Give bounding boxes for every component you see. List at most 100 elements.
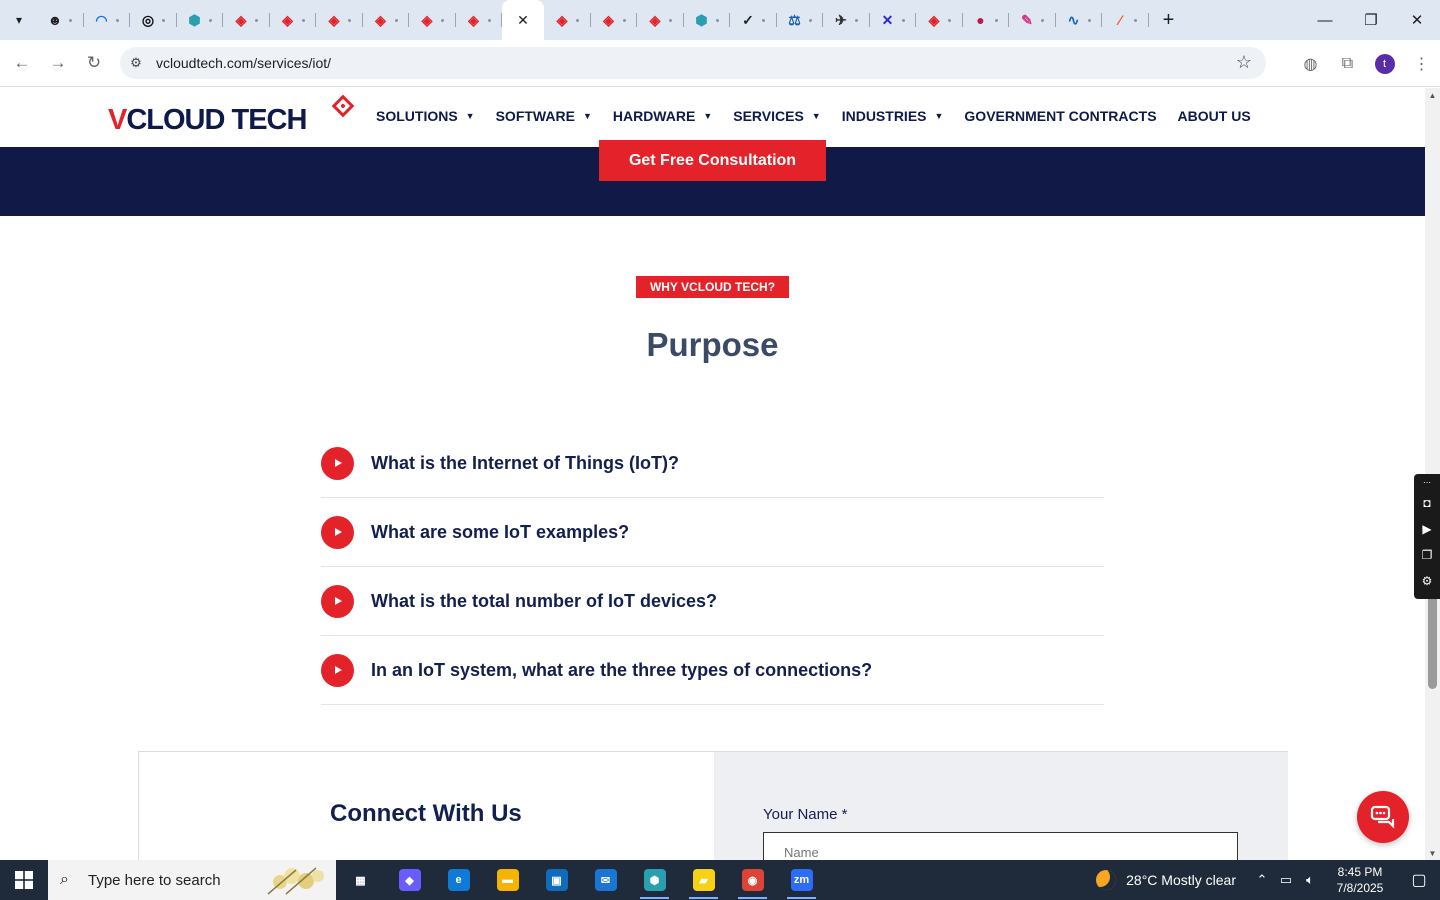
browser-tab[interactable]: ⬢ (177, 0, 224, 40)
browser-tab[interactable]: ● (963, 0, 1010, 40)
reload-button[interactable]: ↻ (76, 45, 112, 81)
bookmark-star-icon[interactable]: ☆ (1236, 52, 1252, 73)
settings-gear-icon[interactable]: ⚙ (1414, 568, 1440, 594)
browser-tab[interactable]: ⁄ (1102, 0, 1149, 40)
site-logo[interactable]: VCLOUD TECH (108, 94, 358, 138)
taskbar-app-file-explorer[interactable]: ▬ (483, 860, 532, 900)
taskbar-search[interactable]: ⌕ Type here to search (48, 860, 336, 900)
taskbar-app-edge[interactable]: e (434, 860, 483, 900)
browser-tab[interactable]: ◠ (84, 0, 131, 40)
tab-title-fade (669, 18, 672, 22)
new-tab-button[interactable]: + (1155, 6, 1183, 34)
nav-item-industries[interactable]: INDUSTRIES ▼ (842, 108, 944, 124)
nav-item-about-us[interactable]: ABOUT US (1178, 108, 1251, 124)
caret-down-icon: ▼ (465, 111, 475, 121)
volume-icon[interactable]: 🔈︎ (1298, 872, 1322, 888)
browser-tab[interactable]: ✕ (502, 0, 544, 40)
taskbar-app-store[interactable]: ▣ (532, 860, 581, 900)
nav-item-solutions[interactable]: SOLUTIONS ▼ (376, 108, 475, 124)
browser-tab[interactable]: ⚖ (777, 0, 824, 40)
faq-item[interactable]: In an IoT system, what are the three typ… (321, 636, 1104, 705)
browser-tab[interactable]: ∿ (1056, 0, 1103, 40)
ghost-icon: ☻ (47, 12, 63, 28)
faq-item[interactable]: What is the total number of IoT devices? (321, 567, 1104, 636)
nav-item-hardware[interactable]: HARDWARE ▼ (613, 108, 712, 124)
browser-tab[interactable]: ◈ (456, 0, 503, 40)
close-tab-icon[interactable]: ✕ (517, 12, 529, 29)
vcloud-icon: ◈ (649, 11, 661, 28)
taskbar-app-copilot[interactable]: ◆ (385, 860, 434, 900)
taskbar-app-mail[interactable]: ✉ (581, 860, 630, 900)
forward-button[interactable]: → (40, 45, 76, 81)
browser-tab[interactable]: ◈ (316, 0, 363, 40)
browser-tab[interactable]: ✕ (870, 0, 917, 40)
taskbar-app-zoom[interactable]: zm (777, 860, 826, 900)
translate-icon[interactable]: ◍ (1292, 46, 1329, 82)
play-triangle-icon (334, 597, 342, 605)
scrollbar-thumb[interactable] (1428, 593, 1437, 689)
get-free-consultation-button[interactable]: Get Free Consultation (599, 140, 826, 181)
browser-tab[interactable]: ✓ (730, 0, 777, 40)
notification-icon[interactable]: ▢ (1398, 870, 1440, 890)
main-navigation: SOLUTIONS ▼ SOFTWARE ▼ HARDWARE ▼ SERVICES ▼ IND… (376, 108, 1272, 124)
arrow-left-icon: ← (13, 53, 31, 72)
hex-icon: ⬢ (188, 11, 201, 28)
taskbar-app-hex-app[interactable]: ⬢ (630, 860, 679, 900)
tab-search-button[interactable]: ▾ (5, 6, 33, 34)
site-info-icon[interactable]: ⚙ (120, 55, 152, 71)
browser-tab[interactable]: ✈ (823, 0, 870, 40)
close-window-button[interactable]: ✕ (1394, 0, 1440, 40)
browser-tab[interactable]: ☻ (37, 0, 84, 40)
url-text[interactable]: vcloudtech.com/services/iot/ (156, 55, 331, 71)
faq-item[interactable]: What is the Internet of Things (IoT)? (321, 429, 1104, 498)
more-icon[interactable]: ⋯ (1414, 474, 1440, 490)
avatar: t (1374, 53, 1395, 74)
taskbar: ⌕ Type here to search ▦ ◆ e ▬ ▣ ✉ ⬢ ▰ ◉ zm 28°C M… (0, 860, 1440, 900)
logo-diamond-icon (331, 94, 355, 118)
taskbar-app-sticky-notes[interactable]: ▰ (679, 860, 728, 900)
start-button[interactable] (0, 860, 48, 900)
tab-title-fade (394, 18, 398, 22)
browser-tab[interactable]: ◈ (916, 0, 963, 40)
extensions-icon[interactable]: ⧉ (1329, 46, 1366, 82)
browser-tab[interactable]: ◈ (363, 0, 410, 40)
nav-item-software[interactable]: SOFTWARE ▼ (496, 108, 592, 124)
browser-tab[interactable]: ⬢ (684, 0, 731, 40)
faq-question: What is the total number of IoT devices? (371, 590, 718, 611)
camera-icon[interactable]: ◘ (1414, 490, 1440, 516)
browser-tab[interactable]: ◈ (591, 0, 638, 40)
browser-tab[interactable]: ◈ (409, 0, 456, 40)
browser-tab[interactable]: ◎ (130, 0, 177, 40)
address-bar[interactable]: ⚙ vcloudtech.com/services/iot/ ☆ (120, 47, 1266, 79)
minimize-button[interactable]: — (1302, 0, 1348, 40)
chat-button[interactable] (1357, 791, 1409, 843)
window-icon[interactable]: ❐ (1414, 542, 1440, 568)
browser-tab[interactable]: ◈ (637, 0, 684, 40)
nav-item-services[interactable]: SERVICES ▼ (733, 108, 820, 124)
maximize-button[interactable]: ❐ (1348, 0, 1394, 40)
browser-tab[interactable]: ✎ (1009, 0, 1056, 40)
scroll-up-icon[interactable]: ▲ (1425, 88, 1440, 102)
back-button[interactable]: ← (4, 45, 40, 81)
search-highlight-image (267, 867, 324, 895)
taskbar-app-task-view[interactable]: ▦ (336, 860, 385, 900)
faq-item[interactable]: What are some IoT examples? (321, 498, 1104, 567)
browser-tab[interactable]: ◈ (544, 0, 591, 40)
faq-question: In an IoT system, what are the three typ… (371, 659, 873, 680)
chevron-up-icon[interactable]: ⌃ (1250, 872, 1274, 888)
copilot-icon: ◆ (398, 869, 421, 891)
browser-tab[interactable]: ◈ (223, 0, 270, 40)
weather-widget[interactable]: 28°C Mostly clear (1096, 870, 1236, 890)
clock[interactable]: 8:45 PM 7/8/2025 (1322, 864, 1398, 896)
network-icon[interactable]: ▭ (1274, 872, 1298, 888)
menu-kebab-icon[interactable]: ⋮ (1403, 46, 1440, 82)
profile-button[interactable]: t (1366, 46, 1403, 82)
tab-title-fade (301, 18, 305, 22)
scroll-down-icon[interactable]: ▼ (1425, 846, 1440, 860)
browser-tab[interactable]: ◈ (270, 0, 317, 40)
nav-item-government-contracts[interactable]: GOVERNMENT CONTRACTS (964, 108, 1156, 124)
taskbar-app-chrome[interactable]: ◉ (728, 860, 777, 900)
plane-icon: ✈ (835, 11, 847, 28)
name-field[interactable] (763, 832, 1238, 860)
video-icon[interactable]: ▶ (1414, 516, 1440, 542)
